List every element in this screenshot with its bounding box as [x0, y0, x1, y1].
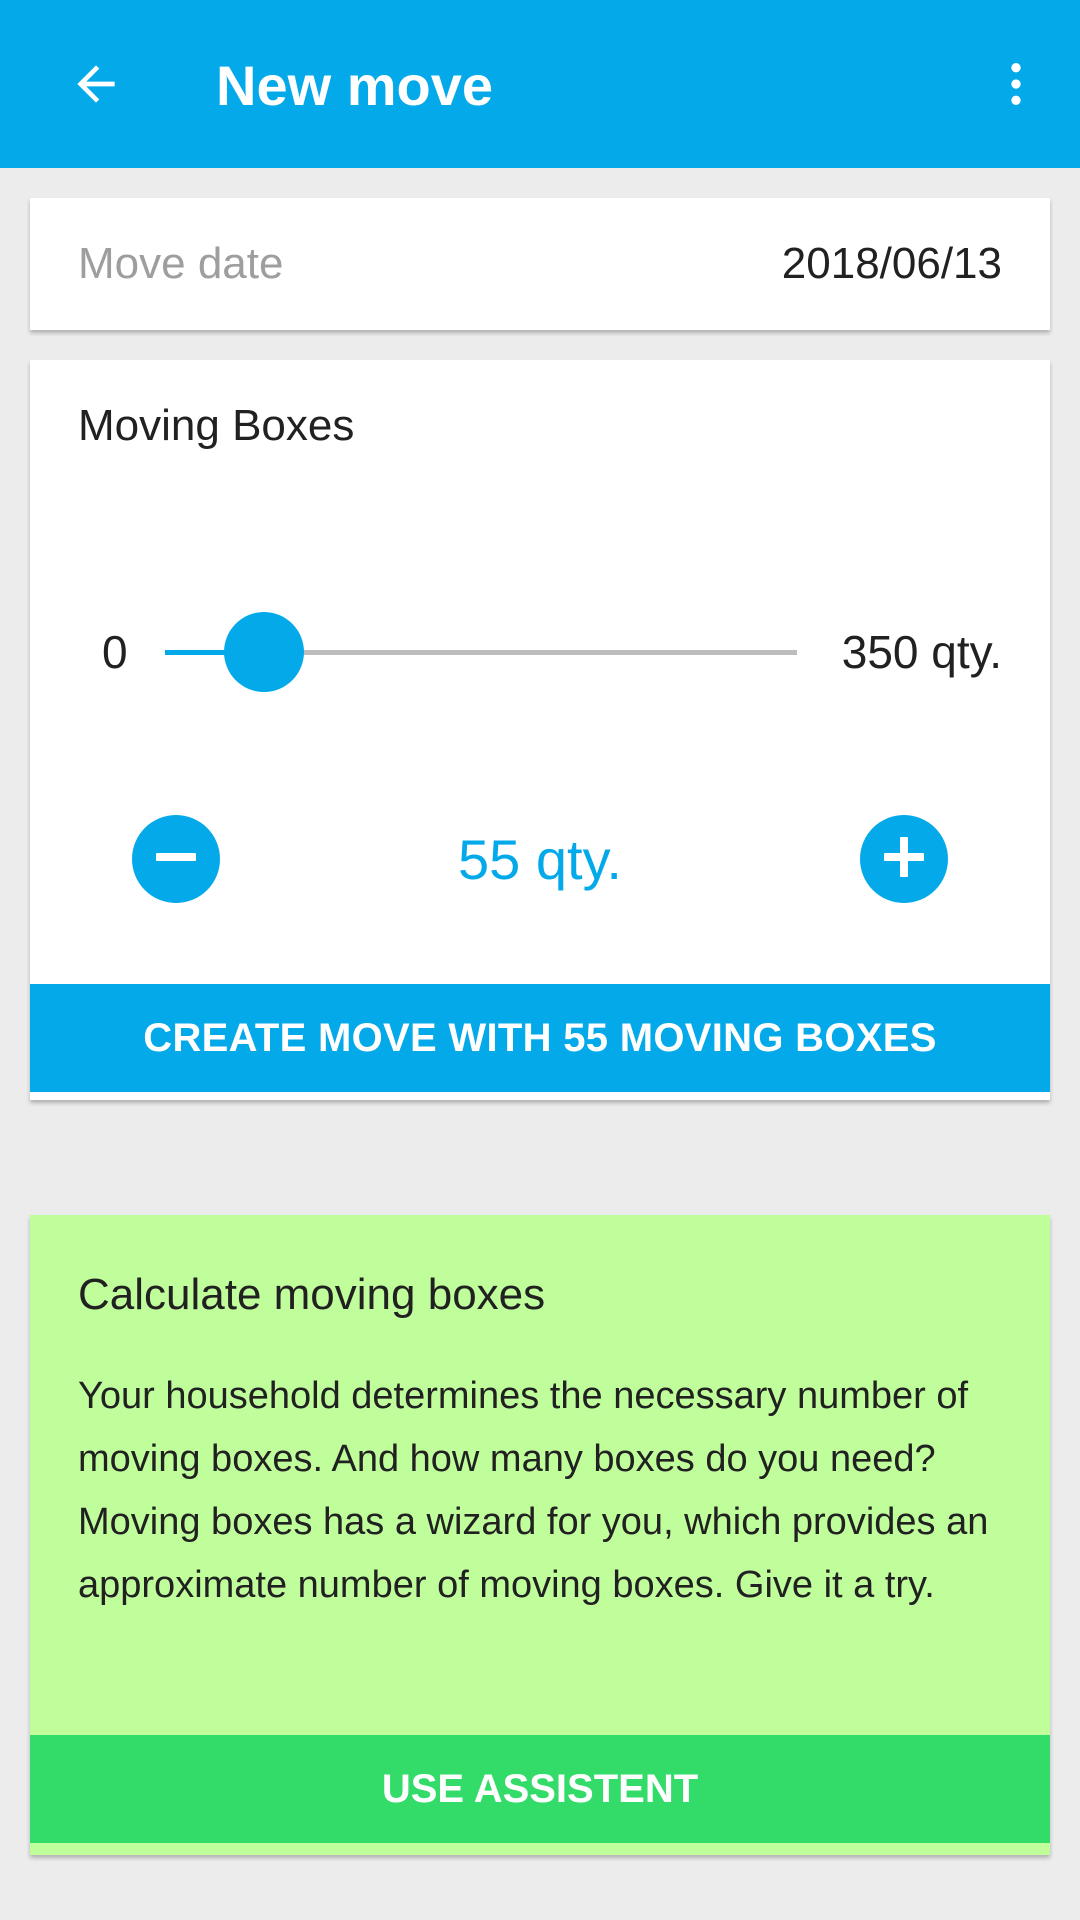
move-date-value[interactable]: 2018/06/13	[782, 236, 1002, 292]
create-move-button[interactable]: CREATE MOVE WITH 55 MOVING BOXES	[30, 984, 1050, 1092]
calculator-description: Your household determines the necessary …	[78, 1375, 989, 1606]
slider-thumb[interactable]	[224, 612, 304, 692]
move-date-field[interactable]: Move date 2018/06/13	[30, 198, 1050, 330]
back-button[interactable]	[60, 50, 132, 122]
page-title: New move	[216, 54, 493, 117]
more-vert-icon	[988, 56, 1044, 117]
plus-circle-icon	[880, 833, 928, 886]
move-date-label: Move date	[78, 239, 284, 288]
moving-boxes-card: Moving Boxes 0 350 qty. 55 qty. CREATE M…	[30, 360, 1050, 1100]
calculator-title: Calculate moving boxes	[78, 1270, 546, 1319]
quantity-slider[interactable]	[165, 612, 797, 692]
slider-min-label: 0	[102, 626, 128, 678]
moving-boxes-title: Moving Boxes	[78, 401, 355, 450]
arrow-back-icon	[68, 56, 124, 117]
calculator-card: Calculate moving boxes Your household de…	[30, 1215, 1050, 1855]
app-bar: New move	[0, 0, 1080, 168]
overflow-menu-button[interactable]	[992, 50, 1040, 122]
slider-max-label: 350 qty.	[841, 626, 1002, 678]
use-assistant-button[interactable]: USE ASSISTENT	[30, 1735, 1050, 1843]
increase-button[interactable]	[860, 815, 948, 903]
